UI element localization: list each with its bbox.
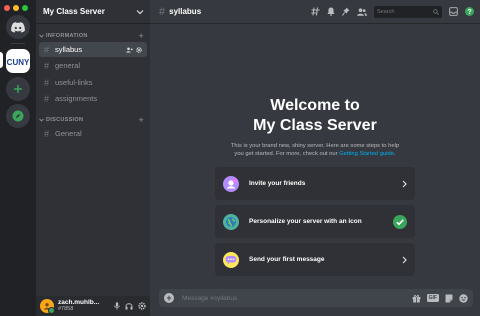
channel-label: general [55, 61, 81, 70]
user-panel: zach.muhlb... #7858 [36, 296, 150, 316]
welcome-description-line-1: This is your brand new, shiny server. He… [230, 143, 400, 149]
gift-icon[interactable] [412, 294, 421, 303]
emoji-icon[interactable] [459, 293, 468, 303]
channel-assignments[interactable]: # assignments [39, 91, 147, 106]
create-channel-plus-icon[interactable]: + [138, 115, 144, 125]
message-composer[interactable]: + Message #syllabus GIF [159, 289, 473, 307]
channel-general[interactable]: # general [39, 58, 147, 73]
welcome-description-suffix: . [393, 151, 396, 157]
invite-icon [223, 175, 239, 192]
zoom-window-button[interactable] [22, 5, 28, 11]
channel-label: General [55, 129, 82, 138]
chevron-down-icon[interactable] [136, 9, 144, 15]
welcome-title: Welcome to My Class Server [150, 96, 480, 136]
attach-plus-icon[interactable]: + [164, 293, 174, 303]
server-name: My Class Server [43, 7, 105, 16]
cuny-logo: CUNY [7, 50, 29, 72]
chevron-down-icon [39, 34, 44, 38]
welcome-title-line-1: Welcome to [270, 97, 360, 114]
card-label: Personalize your server with an icon [249, 218, 362, 225]
search-input[interactable]: Search [374, 5, 442, 18]
category-information[interactable]: INFORMATION + [36, 30, 150, 42]
plus-icon [14, 85, 22, 93]
threads-icon[interactable] [311, 7, 320, 16]
discord-logo-icon [11, 21, 25, 33]
channel-label: syllabus [55, 45, 83, 54]
channel-label: assignments [55, 94, 98, 103]
server-icon-picker-icon [223, 213, 239, 230]
window-controls [4, 5, 28, 11]
category-label: DISCUSSION [46, 117, 84, 123]
server-header[interactable]: My Class Server [36, 0, 150, 24]
inbox-icon[interactable] [449, 7, 458, 16]
rail-separator [11, 43, 25, 44]
bell-icon[interactable] [327, 7, 335, 16]
avatar[interactable] [40, 299, 55, 314]
hash-icon: # [44, 93, 50, 104]
send-first-message-card[interactable]: Send your first message [215, 243, 415, 276]
channel-discussion-general[interactable]: # General [39, 126, 147, 141]
personalize-server-card[interactable]: Personalize your server with an icon [215, 205, 415, 238]
search-icon [433, 8, 439, 15]
hash-icon: # [159, 5, 166, 18]
channel-syllabus[interactable]: # syllabus [39, 42, 147, 57]
svg-text:?: ? [467, 9, 471, 16]
channel-header: # syllabus Search ? [150, 0, 480, 24]
category-discussion[interactable]: DISCUSSION + [36, 114, 150, 126]
invite-friends-card[interactable]: Invite your friends [215, 167, 415, 200]
add-member-icon[interactable] [126, 47, 133, 53]
create-channel-plus-icon[interactable]: + [138, 31, 144, 41]
chevron-right-icon [402, 256, 407, 263]
message-input[interactable]: Message #syllabus [182, 295, 237, 302]
gif-button[interactable]: GIF [426, 294, 439, 302]
welcome-description-line-2: you get started. For more, check out our [234, 151, 340, 157]
hash-icon: # [44, 77, 50, 88]
channel-title: syllabus [169, 7, 202, 16]
microphone-icon[interactable] [114, 302, 120, 310]
main-content: # syllabus Search ? Welcome to My Class … [150, 0, 480, 316]
channel-sidebar: My Class Server INFORMATION + # syllabus [36, 0, 150, 316]
chat-bubble-icon [225, 255, 237, 264]
explore-servers-button[interactable] [6, 104, 30, 128]
channel-useful-links[interactable]: # useful-links [39, 75, 147, 90]
getting-started-link[interactable]: Getting Started guide [339, 151, 394, 157]
chevron-down-icon [39, 118, 44, 122]
globe-icon [226, 216, 236, 227]
gear-icon[interactable] [136, 46, 142, 53]
welcome-title-line-2: My Class Server [253, 117, 377, 134]
search-placeholder: Search [377, 8, 395, 15]
svg-text:CUNY: CUNY [7, 58, 29, 67]
card-label: Invite your friends [249, 180, 306, 187]
user-info[interactable]: zach.muhlb... #7858 [58, 299, 99, 313]
discord-window: CUNY My Class Server INFORMATION + # syl… [0, 0, 480, 316]
server-rail: CUNY [0, 0, 36, 316]
check-circle-icon [393, 214, 407, 229]
pin-icon[interactable] [342, 7, 350, 16]
category-label: INFORMATION [46, 33, 88, 39]
add-server-button[interactable] [6, 77, 30, 101]
server-icon-my-class-server[interactable]: CUNY [6, 49, 30, 73]
hash-icon: # [44, 60, 50, 71]
channel-label: useful-links [55, 78, 93, 87]
card-label: Send your first message [249, 256, 325, 263]
gear-icon[interactable] [138, 302, 146, 310]
home-button[interactable] [6, 15, 30, 39]
welcome-description: This is your brand new, shiny server. He… [150, 142, 480, 158]
members-icon[interactable] [357, 7, 367, 16]
selected-server-indicator [0, 52, 3, 68]
user-tag: #7858 [58, 306, 74, 312]
message-icon [223, 251, 239, 268]
sticker-icon[interactable] [445, 294, 453, 303]
chevron-right-icon [402, 180, 407, 187]
close-window-button[interactable] [4, 5, 10, 11]
hash-icon: # [44, 44, 50, 55]
welcome-section: Welcome to My Class Server This is your … [150, 96, 480, 158]
help-icon[interactable]: ? [465, 7, 474, 16]
minimize-window-button[interactable] [13, 5, 19, 11]
wave-icon [227, 178, 237, 188]
user-avatar-icon [44, 303, 50, 310]
compass-icon [12, 110, 24, 122]
hash-icon: # [44, 128, 50, 139]
headphones-icon[interactable] [125, 302, 133, 310]
